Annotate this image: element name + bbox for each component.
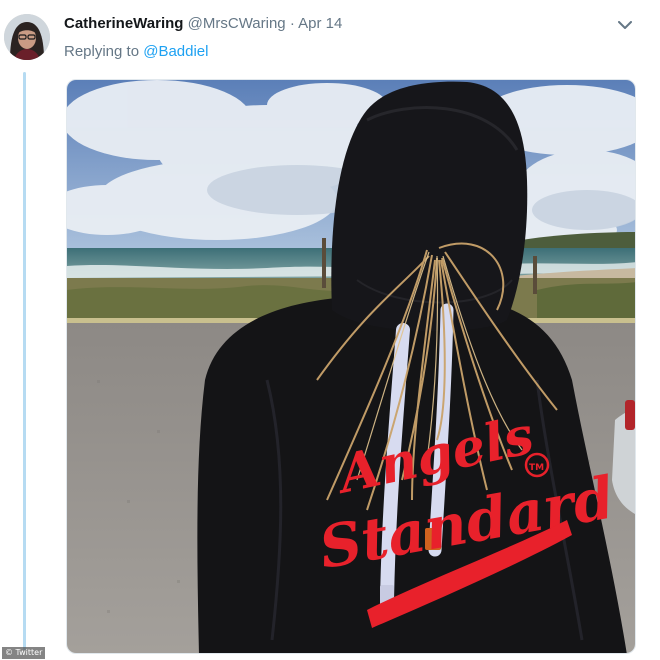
tweet-date[interactable]: Apr 14 — [298, 15, 342, 32]
hoodie-photo: Angels Standard TM — [67, 80, 635, 653]
replying-to: Replying to @Baddiel — [64, 42, 209, 62]
tweet-menu-button[interactable] — [615, 16, 635, 34]
separator-dot: · — [289, 15, 295, 32]
print-tm: TM — [529, 463, 544, 473]
reply-prefix: Replying to — [64, 43, 140, 60]
tweet: CatherineWaring @MrsCWaring · Apr 14 Rep… — [0, 0, 660, 660]
user-avatar-icon — [4, 14, 50, 60]
user-handle[interactable]: @MrsCWaring — [188, 15, 286, 32]
tweet-header: CatherineWaring @MrsCWaring · Apr 14 — [64, 14, 342, 34]
tweet-photo[interactable]: Angels Standard TM — [66, 79, 636, 654]
thread-line — [23, 72, 26, 650]
avatar[interactable] — [4, 14, 50, 60]
chevron-down-icon — [618, 20, 632, 29]
display-name[interactable]: CatherineWaring — [64, 15, 183, 32]
reply-mention-link[interactable]: @Baddiel — [143, 43, 208, 60]
hoodie-hood — [331, 81, 528, 332]
watermark: © Twitter — [2, 647, 46, 659]
